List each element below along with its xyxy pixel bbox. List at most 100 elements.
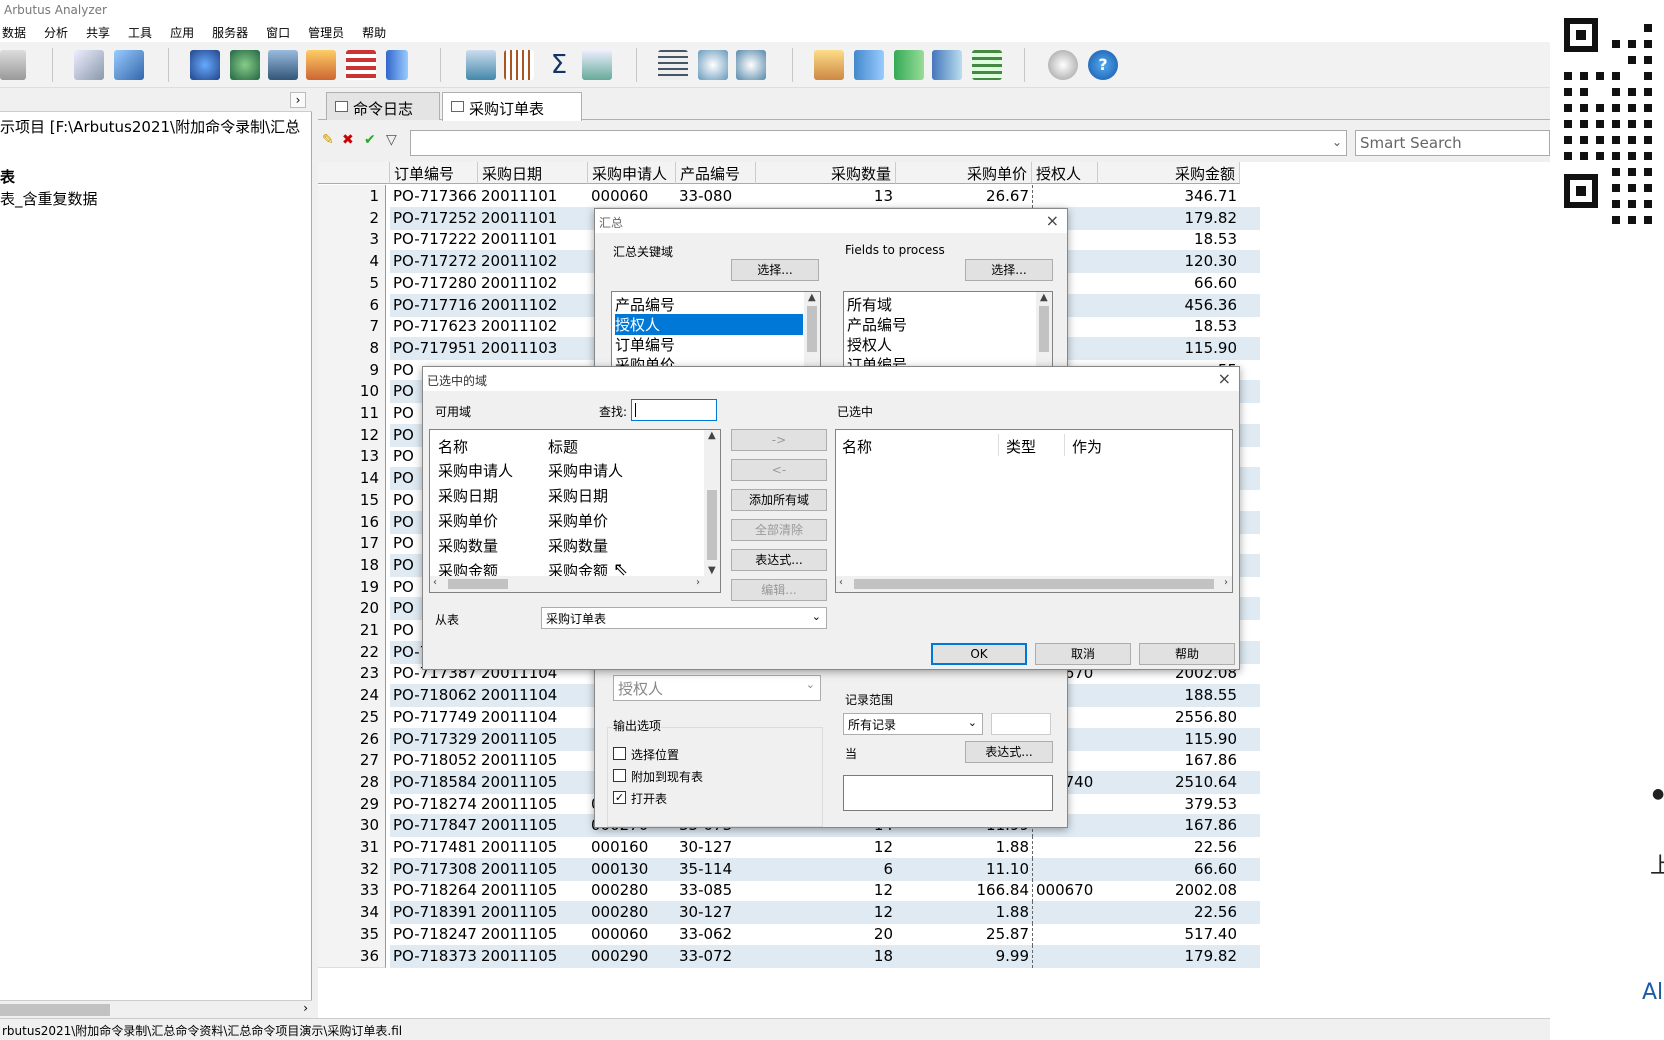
cell-date[interactable]: 20011105 bbox=[478, 728, 588, 751]
cell-date[interactable]: 20011105 bbox=[478, 923, 588, 946]
database-icon[interactable] bbox=[190, 50, 220, 80]
cell-qty[interactable]: 18 bbox=[756, 945, 896, 968]
col-header-price[interactable]: 采购单价 bbox=[896, 162, 1032, 184]
cell-date[interactable]: 20011102 bbox=[478, 272, 588, 295]
join-icon[interactable] bbox=[306, 50, 336, 80]
edit-table-icon[interactable] bbox=[74, 50, 104, 80]
row-number[interactable]: 24 bbox=[318, 684, 386, 708]
cell-order[interactable]: PO-718062 bbox=[390, 684, 478, 707]
smart-search-input[interactable]: Smart Search bbox=[1355, 130, 1550, 156]
row-number[interactable]: 34 bbox=[318, 901, 386, 925]
cell-price[interactable]: 26.67 bbox=[896, 185, 1032, 208]
row-number[interactable]: 33 bbox=[318, 879, 386, 903]
cell-date[interactable]: 20011101 bbox=[478, 207, 588, 230]
cell-amt[interactable]: 167.86 bbox=[1098, 749, 1240, 772]
row-number[interactable]: 30 bbox=[318, 814, 386, 838]
tab-purchase-orders[interactable]: 采购订单表 × bbox=[442, 92, 582, 137]
selected-fields-list[interactable]: 名称 类型 作为 ‹ › bbox=[835, 429, 1233, 593]
list-item-selected[interactable]: 授权人 bbox=[615, 314, 803, 335]
cell-order[interactable]: PO-717329 bbox=[390, 728, 478, 751]
cell-amt[interactable]: 22.56 bbox=[1098, 836, 1240, 859]
close-icon[interactable]: × bbox=[1046, 211, 1059, 230]
cell-req[interactable]: 000280 bbox=[588, 901, 676, 924]
cell-date[interactable]: 20011101 bbox=[478, 228, 588, 251]
cell-date[interactable]: 20011105 bbox=[478, 858, 588, 881]
key-fields-list[interactable]: 产品编号 授权人 订单编号 采购单价 ▲ bbox=[611, 291, 821, 371]
sigma-icon[interactable]: Σ bbox=[544, 50, 574, 80]
cell-order[interactable]: PO-717280 bbox=[390, 272, 478, 295]
sequence-icon[interactable] bbox=[658, 50, 688, 80]
cell-prod[interactable]: 30-127 bbox=[676, 836, 756, 859]
filter-funnel-icon[interactable]: ▽ bbox=[386, 132, 397, 148]
cell-amt[interactable]: 179.82 bbox=[1098, 207, 1240, 230]
row-number[interactable]: 13 bbox=[318, 445, 386, 469]
cell-qty[interactable]: 12 bbox=[756, 836, 896, 859]
find-input[interactable] bbox=[631, 399, 717, 421]
cell-amt[interactable]: 2002.08 bbox=[1098, 879, 1240, 902]
table-row[interactable]: PO-718247 20011105 000060 33-062 20 25.87 517.… bbox=[390, 922, 1260, 946]
table-row[interactable]: PO-718373 20011105 000290 33-072 18 9.99 179.8… bbox=[390, 944, 1260, 968]
cell-order[interactable]: PO-717308 bbox=[390, 858, 478, 881]
cell-amt[interactable]: 2510.64 bbox=[1098, 771, 1240, 794]
append-table-checkbox[interactable] bbox=[613, 769, 626, 782]
cell-auth[interactable] bbox=[1032, 901, 1098, 925]
duplicates-icon[interactable] bbox=[736, 50, 766, 80]
comment-icon[interactable] bbox=[1048, 50, 1078, 80]
row-number[interactable]: 17 bbox=[318, 532, 386, 556]
cell-date[interactable]: 20011102 bbox=[478, 250, 588, 273]
row-number[interactable]: 3 bbox=[318, 228, 386, 252]
cell-qty[interactable]: 6 bbox=[756, 858, 896, 881]
cell-order[interactable]: PO-717366 bbox=[390, 185, 478, 208]
cell-date[interactable]: 20011105 bbox=[478, 749, 588, 772]
cell-order[interactable]: PO-717252 bbox=[390, 207, 478, 230]
ok-button[interactable]: OK bbox=[931, 643, 1027, 665]
cell-order[interactable]: PO-717481 bbox=[390, 836, 478, 859]
verify-icon[interactable] bbox=[466, 50, 496, 80]
from-table-select[interactable]: 采购订单表 ⌄ bbox=[541, 607, 827, 629]
list-scrollbar[interactable]: ▲ bbox=[804, 292, 820, 370]
filter-apply-icon[interactable]: ✔ bbox=[364, 132, 376, 148]
cell-amt[interactable]: 167.86 bbox=[1098, 814, 1240, 837]
cell-prod[interactable]: 35-114 bbox=[676, 858, 756, 881]
project-item-table[interactable]: 表 bbox=[0, 166, 15, 187]
select-position-checkbox[interactable] bbox=[613, 747, 626, 760]
cell-amt[interactable]: 18.53 bbox=[1098, 228, 1240, 251]
project-item-table-duplicates[interactable]: 表_含重复数据 bbox=[0, 188, 98, 209]
col-header-requester[interactable]: 采购申请人 bbox=[588, 162, 676, 184]
grid-icon[interactable] bbox=[346, 50, 376, 80]
cell-prod[interactable]: 33-062 bbox=[676, 923, 756, 946]
collapse-arrow-icon[interactable]: › bbox=[290, 92, 306, 108]
row-number[interactable]: 15 bbox=[318, 488, 386, 512]
cell-date[interactable]: 20011105 bbox=[478, 793, 588, 816]
help-icon[interactable]: ? bbox=[1088, 50, 1118, 80]
cell-order[interactable]: PO-718391 bbox=[390, 901, 478, 924]
cell-date[interactable]: 20011105 bbox=[478, 945, 588, 968]
cell-date[interactable]: 20011104 bbox=[478, 706, 588, 729]
col-header-date[interactable]: 采购日期 bbox=[478, 162, 588, 184]
cell-qty[interactable]: 13 bbox=[756, 185, 896, 208]
add-all-fields-button[interactable]: 添加所有域 bbox=[731, 489, 827, 511]
cell-prod[interactable]: 33-072 bbox=[676, 945, 756, 968]
cell-auth[interactable] bbox=[1032, 836, 1098, 859]
cell-price[interactable]: 1.88 bbox=[896, 901, 1032, 924]
sort-az-icon[interactable] bbox=[268, 50, 298, 80]
cell-amt[interactable]: 346.71 bbox=[1098, 185, 1240, 208]
cell-req[interactable]: 000130 bbox=[588, 858, 676, 881]
cell-req[interactable]: 000060 bbox=[588, 923, 676, 946]
range-count-input[interactable] bbox=[991, 713, 1051, 735]
list-item[interactable]: 授权人 bbox=[847, 334, 892, 355]
cell-req[interactable]: 000290 bbox=[588, 945, 676, 968]
edit-button[interactable]: 编辑... bbox=[731, 579, 827, 601]
col-header-order[interactable]: 订单编号 bbox=[390, 162, 478, 184]
col-header-amount[interactable]: 采购金额 bbox=[1098, 162, 1240, 184]
cell-order[interactable]: PO-718052 bbox=[390, 749, 478, 772]
print-icon[interactable] bbox=[0, 50, 26, 80]
cell-amt[interactable]: 120.30 bbox=[1098, 250, 1240, 273]
stratify-icon[interactable] bbox=[854, 50, 884, 80]
row-number[interactable]: 36 bbox=[318, 944, 386, 968]
cell-amt[interactable]: 115.90 bbox=[1098, 728, 1240, 751]
list-item[interactable]: 采购单价 bbox=[438, 510, 498, 531]
cell-prod[interactable]: 33-080 bbox=[676, 185, 756, 208]
cell-auth[interactable]: 000670 bbox=[1032, 879, 1098, 903]
notes-icon[interactable] bbox=[114, 50, 144, 80]
